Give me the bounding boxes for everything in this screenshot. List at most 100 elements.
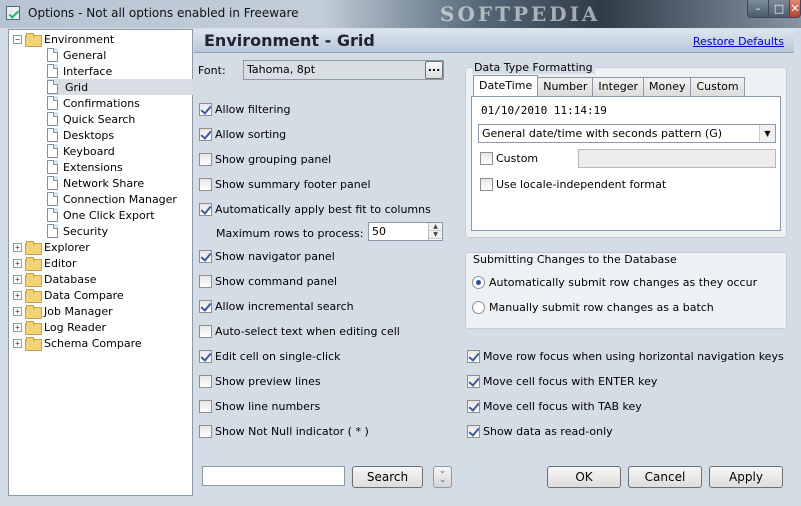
pattern-select[interactable]: General date/time with seconds pattern (…	[478, 124, 776, 143]
tree-item-general[interactable]: General	[47, 47, 106, 63]
max-rows-stepper[interactable]: 50 ▲ ▼	[368, 222, 443, 241]
restore-defaults-link[interactable]: Restore Defaults	[693, 35, 784, 48]
tree-item-quick-search[interactable]: Quick Search	[47, 111, 135, 127]
show-command-panel-checkbox[interactable]: Show command panel	[199, 273, 337, 289]
best-fit-columns-checkbox[interactable]: Automatically apply best fit to columns	[199, 201, 431, 217]
auto-submit-radio[interactable]: Automatically submit row changes as they…	[472, 274, 757, 290]
tree-item-interface[interactable]: Interface	[47, 63, 112, 79]
tree-node-log-reader[interactable]: + Log Reader	[13, 319, 106, 335]
tree-node-job-manager[interactable]: + Job Manager	[13, 303, 113, 319]
edit-single-click-checkbox[interactable]: Edit cell on single-click	[199, 348, 341, 364]
maximize-button[interactable]: □	[768, 0, 790, 18]
minimize-button[interactable]: –	[747, 0, 769, 18]
app-icon	[6, 6, 20, 20]
cancel-button[interactable]: Cancel	[628, 466, 702, 488]
show-summary-footer-checkbox[interactable]: Show summary footer panel	[199, 176, 371, 192]
expand-icon[interactable]: +	[13, 274, 22, 284]
checkbox-box[interactable]	[199, 424, 212, 438]
radio-circle[interactable]	[472, 275, 485, 289]
font-browse-button[interactable]: ...	[425, 61, 443, 79]
search-button[interactable]: Search	[352, 466, 423, 488]
checkbox-box[interactable]	[467, 424, 480, 438]
tab-integer[interactable]: Integer	[592, 77, 644, 96]
tree-node-data-compare[interactable]: + Data Compare	[13, 287, 124, 303]
radio-circle[interactable]	[472, 300, 485, 314]
checkbox-box[interactable]	[199, 349, 212, 363]
expand-icon[interactable]: +	[13, 290, 22, 300]
read-only-checkbox[interactable]: Show data as read-only	[467, 423, 613, 439]
manual-submit-radio[interactable]: Manually submit row changes as a batch	[472, 299, 714, 315]
show-not-null-checkbox[interactable]: Show Not Null indicator ( * )	[199, 423, 369, 439]
checkbox-box[interactable]	[199, 324, 212, 338]
auto-select-text-checkbox[interactable]: Auto-select text when editing cell	[199, 323, 400, 339]
tab-key-focus-checkbox[interactable]: Move cell focus with TAB key	[467, 398, 642, 414]
checkbox-box[interactable]	[199, 374, 212, 388]
checkbox-box[interactable]	[199, 202, 212, 216]
options-tree[interactable]: − Environment General Interface Grid Con…	[8, 29, 193, 496]
allow-sorting-checkbox[interactable]: Allow sorting	[199, 126, 286, 142]
chevron-down-icon[interactable]: ▼	[759, 125, 775, 142]
chevron-double-down-icon[interactable]: ⌄ ⌄	[433, 466, 452, 488]
checkbox-box[interactable]	[199, 274, 212, 288]
decrement-icon[interactable]: ▼	[429, 231, 442, 239]
checkbox-box[interactable]	[199, 102, 212, 116]
checkbox-box[interactable]	[480, 151, 493, 165]
locale-independent-checkbox[interactable]: Use locale-independent format	[480, 176, 666, 192]
checkbox-box[interactable]	[199, 127, 212, 141]
increment-icon[interactable]: ▲	[429, 223, 442, 231]
folder-icon	[25, 321, 42, 335]
checkbox-box[interactable]	[199, 399, 212, 413]
tree-item-network-share[interactable]: Network Share	[47, 175, 144, 191]
tab-money[interactable]: Money	[643, 77, 692, 96]
incremental-search-checkbox[interactable]: Allow incremental search	[199, 298, 354, 314]
checkbox-box[interactable]	[467, 374, 480, 388]
tree-item-connection-manager[interactable]: Connection Manager	[47, 191, 177, 207]
show-grouping-panel-checkbox[interactable]: Show grouping panel	[199, 151, 331, 167]
custom-format-checkbox[interactable]: Custom	[480, 150, 538, 166]
expand-icon[interactable]: +	[13, 242, 22, 252]
checkbox-box[interactable]	[467, 399, 480, 413]
tab-number[interactable]: Number	[537, 77, 594, 96]
tree-node-schema-compare[interactable]: + Schema Compare	[13, 335, 142, 351]
expand-icon[interactable]: +	[13, 306, 22, 316]
checkbox-box[interactable]	[467, 349, 480, 363]
allow-filtering-checkbox[interactable]: Allow filtering	[199, 101, 290, 117]
tree-item-grid[interactable]: Grid	[47, 79, 193, 95]
tree-node-explorer[interactable]: + Explorer	[13, 239, 90, 255]
tree-node-database[interactable]: + Database	[13, 271, 97, 287]
expand-icon[interactable]: +	[13, 322, 22, 332]
expand-icon[interactable]: +	[13, 338, 22, 348]
move-row-focus-checkbox[interactable]: Move row focus when using horizontal nav…	[467, 348, 784, 364]
tree-item-desktops[interactable]: Desktops	[47, 127, 114, 143]
collapse-icon[interactable]: −	[13, 34, 22, 44]
stepper-arrows[interactable]: ▲ ▼	[428, 223, 442, 240]
tree-item-one-click-export[interactable]: One Click Export	[47, 207, 155, 223]
checkbox-box[interactable]	[480, 177, 493, 191]
checkbox-box[interactable]	[199, 249, 212, 263]
show-preview-lines-checkbox[interactable]: Show preview lines	[199, 373, 321, 389]
apply-button[interactable]: Apply	[709, 466, 783, 488]
close-button[interactable]: ✕	[789, 0, 801, 18]
enter-key-focus-checkbox[interactable]: Move cell focus with ENTER key	[467, 373, 657, 389]
tree-item-keyboard[interactable]: Keyboard	[47, 143, 115, 159]
folder-icon	[25, 337, 42, 351]
tree-item-confirmations[interactable]: Confirmations	[47, 95, 140, 111]
show-line-numbers-checkbox[interactable]: Show line numbers	[199, 398, 320, 414]
show-navigator-panel-checkbox[interactable]: Show navigator panel	[199, 248, 335, 264]
tree-node-environment[interactable]: − Environment	[13, 31, 114, 47]
tree-item-extensions[interactable]: Extensions	[47, 159, 123, 175]
checkbox-box[interactable]	[199, 177, 212, 191]
tree-item-security[interactable]: Security	[47, 223, 108, 239]
tab-custom[interactable]: Custom	[690, 77, 745, 96]
tab-datetime[interactable]: DateTime	[473, 75, 539, 96]
font-field: Tahoma, 8pt	[243, 60, 444, 80]
search-input[interactable]	[202, 466, 345, 486]
checkbox-box[interactable]	[199, 299, 212, 313]
ok-button[interactable]: OK	[547, 466, 621, 488]
font-label: Font:	[198, 64, 226, 77]
tree-node-editor[interactable]: + Editor	[13, 255, 77, 271]
expand-icon[interactable]: +	[13, 258, 22, 268]
page-icon	[47, 112, 58, 126]
checkbox-box[interactable]	[199, 152, 212, 166]
page-icon	[47, 96, 58, 110]
